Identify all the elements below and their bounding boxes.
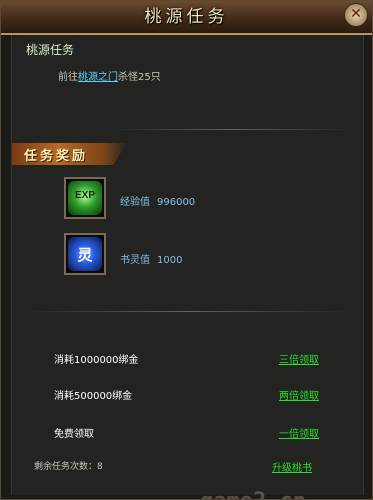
remaining-count: 8 xyxy=(97,462,103,472)
reward-book-spirit-label: 书灵值 xyxy=(120,255,150,266)
rewards-header: 任务奖励 xyxy=(12,143,127,165)
reward-exp-text: 经验值 996000 xyxy=(120,193,195,208)
exp-icon-text: EXP xyxy=(74,190,95,201)
divider xyxy=(112,129,352,130)
window-title: 桃源任务 xyxy=(144,7,229,27)
option-label: 消耗1000000绑金 xyxy=(54,355,139,366)
claim-double-button[interactable]: 两倍领取 xyxy=(279,387,319,402)
upgrade-link[interactable]: 升级桃书 xyxy=(272,459,312,474)
title-bar: 桃源任务 ✕ xyxy=(1,1,372,35)
quest-location-link[interactable]: 桃源之门 xyxy=(78,72,118,83)
remaining-label: 剩余任务次数： xyxy=(34,462,98,472)
option-label: 消耗500000绑金 xyxy=(54,391,133,402)
claim-triple-button[interactable]: 三倍领取 xyxy=(279,351,319,366)
exp-icon: EXP xyxy=(68,181,102,215)
quest-desc-prefix: 前往 xyxy=(58,72,78,83)
reward-book-spirit-value: 1000 xyxy=(157,255,183,266)
book-spirit-icon: 灵 xyxy=(68,237,102,271)
reward-exp-label: 经验值 xyxy=(120,197,150,208)
divider xyxy=(22,311,352,312)
remaining-attempts: 剩余任务次数：8 xyxy=(34,459,103,472)
quest-description: 前往桃源之门杀怪25只 xyxy=(58,68,161,83)
reward-exp-value: 996000 xyxy=(157,197,196,208)
claim-single-button[interactable]: 一倍领取 xyxy=(279,425,319,440)
reward-book-spirit-text: 书灵值 1000 xyxy=(120,251,182,266)
rewards-header-label: 任务奖励 xyxy=(24,149,89,164)
watermark: game2.cn xyxy=(200,489,306,499)
reward-item-book-spirit[interactable]: 灵 xyxy=(64,233,106,275)
option-label: 免费领取 xyxy=(54,429,94,440)
reward-item-exp[interactable]: EXP xyxy=(64,177,106,219)
book-spirit-icon-text: 灵 xyxy=(77,246,93,264)
quest-window: 桃源任务 ✕ 桃源任务 前往桃源之门杀怪25只 任务奖励 EXP 经验值 9960… xyxy=(0,0,373,500)
quest-desc-suffix: 杀怪25只 xyxy=(118,72,161,83)
quest-name: 桃源任务 xyxy=(26,43,75,57)
quest-content: 桃源任务 前往桃源之门杀怪25只 任务奖励 EXP 经验值 996000 灵 书灵… xyxy=(11,35,364,499)
close-icon[interactable]: ✕ xyxy=(344,3,368,27)
